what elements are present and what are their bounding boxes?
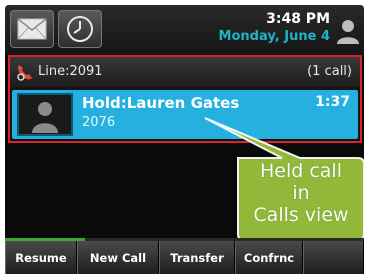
phone-screen: 3:48 PM Monday, June 4 Line:2091 (1 call… bbox=[5, 5, 364, 274]
phone-handset-icon bbox=[17, 65, 32, 81]
line-panel: Line:2091 (1 call) Hold:Lauren Gates 207… bbox=[8, 55, 362, 143]
messages-button[interactable] bbox=[10, 10, 54, 48]
held-call-row[interactable]: Hold:Lauren Gates 2076 1:37 bbox=[12, 90, 358, 139]
status-bar: 3:48 PM Monday, June 4 bbox=[5, 5, 364, 55]
callout-line-2: in bbox=[292, 182, 310, 204]
clock-icon bbox=[67, 16, 93, 42]
call-count: (1 call) bbox=[307, 64, 352, 79]
line-row[interactable]: Line:2091 (1 call) bbox=[10, 57, 360, 87]
softkey-new-call[interactable]: New Call bbox=[77, 241, 159, 274]
clock-button[interactable] bbox=[58, 10, 102, 48]
avatar bbox=[17, 93, 73, 136]
status-date: Monday, June 4 bbox=[218, 29, 330, 44]
softkey-transfer[interactable]: Transfer bbox=[159, 241, 235, 274]
callout-text: Held call in Calls view bbox=[240, 160, 362, 226]
envelope-icon bbox=[17, 18, 47, 40]
call-timer: 1:37 bbox=[315, 94, 350, 110]
callout-line-1: Held call bbox=[259, 160, 342, 182]
softkey-resume[interactable]: Resume bbox=[5, 241, 77, 274]
callout-line-3: Calls view bbox=[253, 204, 349, 226]
call-name: Hold:Lauren Gates bbox=[82, 94, 240, 112]
line-label: Line:2091 bbox=[38, 64, 103, 79]
softkey-empty[interactable] bbox=[303, 241, 364, 274]
call-number: 2076 bbox=[82, 115, 116, 130]
contact-avatar-icon bbox=[32, 102, 58, 133]
softkey-conference[interactable]: Confrnc bbox=[235, 241, 303, 274]
user-icon[interactable] bbox=[336, 17, 360, 45]
status-time: 3:48 PM bbox=[266, 11, 330, 27]
softkey-bar: Resume New Call Transfer Confrnc bbox=[5, 241, 364, 274]
